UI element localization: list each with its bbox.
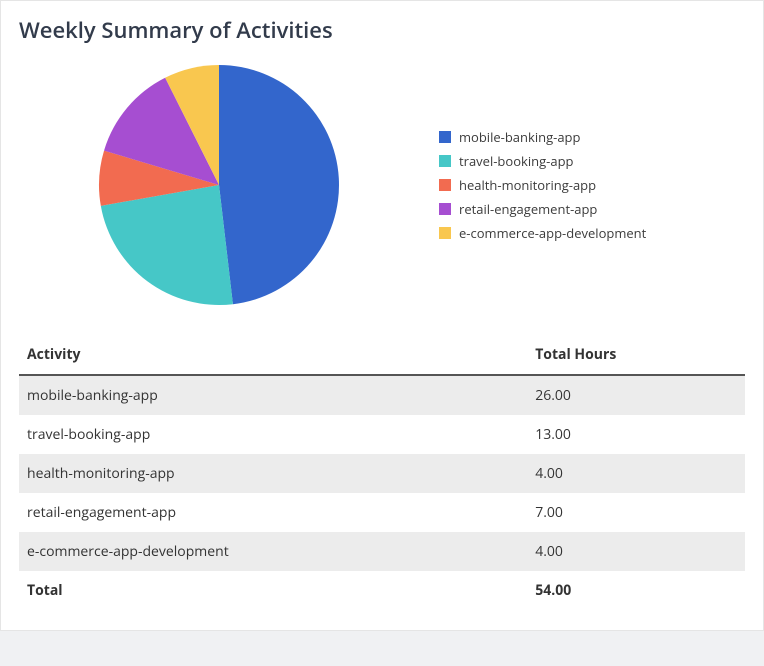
cell-activity: health-monitoring-app <box>19 454 527 493</box>
table-header-row: Activity Total Hours <box>19 335 745 375</box>
chart-row: mobile-banking-app travel-booking-app heal… <box>1 55 763 335</box>
cell-total-hours: 54.00 <box>527 571 745 610</box>
legend-label: e-commerce-app-development <box>459 224 646 242</box>
pie-chart <box>89 55 349 315</box>
legend-label: travel-booking-app <box>459 152 573 170</box>
legend-swatch <box>439 227 451 239</box>
col-activity: Activity <box>19 335 527 375</box>
cell-activity: travel-booking-app <box>19 415 527 454</box>
table-row: mobile-banking-app26.00 <box>19 375 745 415</box>
cell-hours: 13.00 <box>527 415 745 454</box>
cell-hours: 7.00 <box>527 493 745 532</box>
table-row: retail-engagement-app7.00 <box>19 493 745 532</box>
table-row: health-monitoring-app4.00 <box>19 454 745 493</box>
cell-hours: 4.00 <box>527 532 745 571</box>
pie-chart-container <box>19 55 419 315</box>
table-row: travel-booking-app13.00 <box>19 415 745 454</box>
pie-slice-travel-booking-app[interactable] <box>101 185 233 305</box>
legend-label: health-monitoring-app <box>459 176 596 194</box>
legend-label: mobile-banking-app <box>459 128 580 146</box>
weekly-summary-card: Weekly Summary of Activities mobile-bank… <box>0 0 764 631</box>
legend-item-travel-booking-app[interactable]: travel-booking-app <box>439 152 745 170</box>
table-row: e-commerce-app-development4.00 <box>19 532 745 571</box>
legend-swatch <box>439 131 451 143</box>
legend-swatch <box>439 203 451 215</box>
activity-table: Activity Total Hours mobile-banking-app2… <box>19 335 745 610</box>
col-hours: Total Hours <box>527 335 745 375</box>
legend-swatch <box>439 179 451 191</box>
cell-total-label: Total <box>19 571 527 610</box>
table-total-row: Total54.00 <box>19 571 745 610</box>
legend-swatch <box>439 155 451 167</box>
cell-hours: 26.00 <box>527 375 745 415</box>
legend-item-mobile-banking-app[interactable]: mobile-banking-app <box>439 128 745 146</box>
legend-item-retail-engagement-app[interactable]: retail-engagement-app <box>439 200 745 218</box>
legend-label: retail-engagement-app <box>459 200 597 218</box>
cell-activity: e-commerce-app-development <box>19 532 527 571</box>
legend-item-health-monitoring-app[interactable]: health-monitoring-app <box>439 176 745 194</box>
cell-hours: 4.00 <box>527 454 745 493</box>
page-title: Weekly Summary of Activities <box>1 1 763 55</box>
cell-activity: mobile-banking-app <box>19 375 527 415</box>
legend-item-e-commerce-app-development[interactable]: e-commerce-app-development <box>439 224 745 242</box>
cell-activity: retail-engagement-app <box>19 493 527 532</box>
pie-slice-mobile-banking-app[interactable] <box>219 65 339 304</box>
chart-legend: mobile-banking-app travel-booking-app heal… <box>419 122 745 248</box>
